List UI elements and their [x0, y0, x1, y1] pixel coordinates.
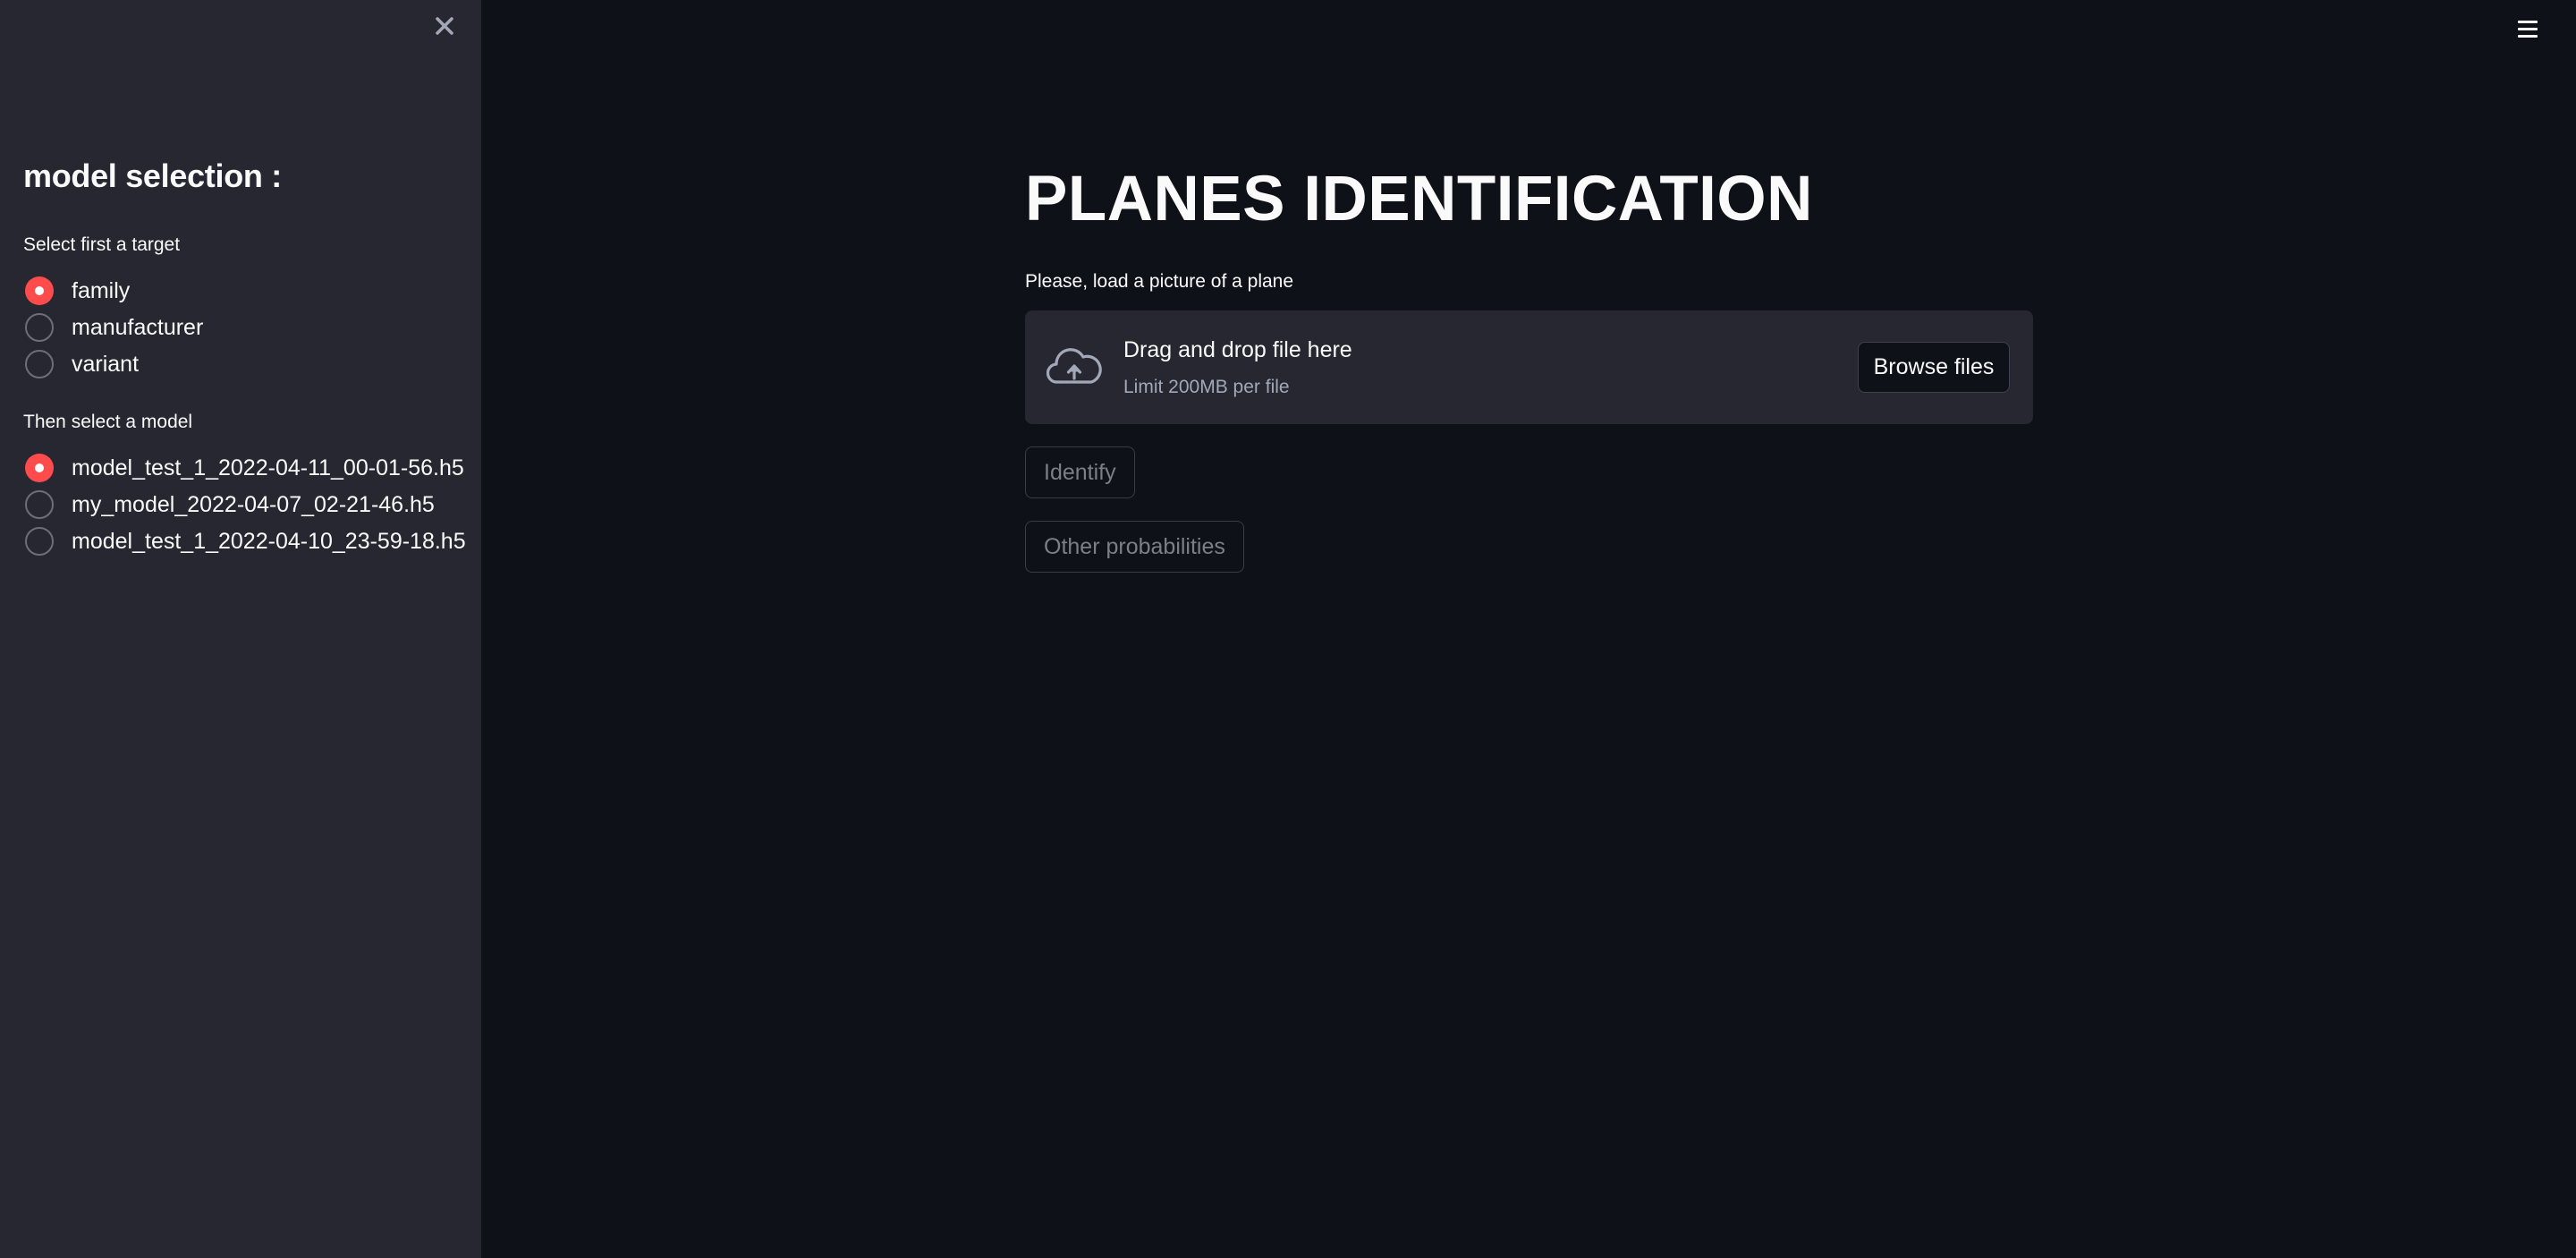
hamburger-menu-icon-bar [2518, 34, 2538, 38]
browse-files-button[interactable]: Browse files [1858, 342, 2010, 393]
dropzone-limit: Limit 200MB per file [1123, 377, 1290, 397]
app-root: model selection : Select first a target … [0, 0, 2576, 1258]
radio-label: variant [72, 351, 140, 377]
sidebar: model selection : Select first a target … [0, 0, 481, 1258]
radio-indicator[interactable] [25, 350, 54, 378]
sidebar-heading: model selection : [23, 157, 282, 194]
close-sidebar-button[interactable] [428, 9, 462, 43]
radio-label: model_test_1_2022-04-10_23-59-18.h5 [72, 528, 466, 554]
close-icon [436, 17, 453, 35]
radio-label: model_test_1_2022-04-11_00-01-56.h5 [72, 455, 464, 480]
radio-label: family [72, 277, 131, 303]
radio-label: manufacturer [72, 314, 204, 340]
other-probabilities-button[interactable]: Other probabilities [1025, 521, 1244, 573]
radio-indicator[interactable] [25, 313, 54, 342]
hamburger-menu-icon [2518, 20, 2538, 23]
radio-target-variant[interactable]: variant [25, 349, 139, 379]
radio-label: my_model_2022-04-07_02-21-46.h5 [72, 491, 435, 517]
radio-indicator-checked[interactable] [25, 454, 54, 482]
identify-button[interactable]: Identify [1025, 446, 1135, 498]
radio-model-3[interactable]: model_test_1_2022-04-10_23-59-18.h5 [25, 526, 466, 557]
dropzone-title: Drag and drop file here [1123, 337, 1352, 362]
radio-indicator-checked[interactable] [25, 276, 54, 305]
uploader-label: Please, load a picture of a plane [1025, 271, 1294, 292]
model-group-label: Then select a model [23, 412, 193, 432]
target-group-label: Select first a target [23, 234, 181, 255]
radio-model-1[interactable]: model_test_1_2022-04-11_00-01-56.h5 [25, 453, 464, 483]
radio-target-family[interactable]: family [25, 276, 130, 306]
radio-target-manufacturer[interactable]: manufacturer [25, 312, 203, 343]
cloud-upload-icon [1046, 348, 1102, 384]
radio-indicator[interactable] [25, 490, 54, 519]
radio-model-2[interactable]: my_model_2022-04-07_02-21-46.h5 [25, 489, 435, 520]
hamburger-menu-icon-bar [2518, 27, 2538, 30]
main-menu-button[interactable] [2513, 14, 2542, 43]
page-title: PLANES IDENTIFICATION [1025, 164, 1813, 234]
radio-indicator[interactable] [25, 527, 54, 556]
file-dropzone[interactable]: Drag and drop file here Limit 200MB per … [1025, 310, 2033, 424]
